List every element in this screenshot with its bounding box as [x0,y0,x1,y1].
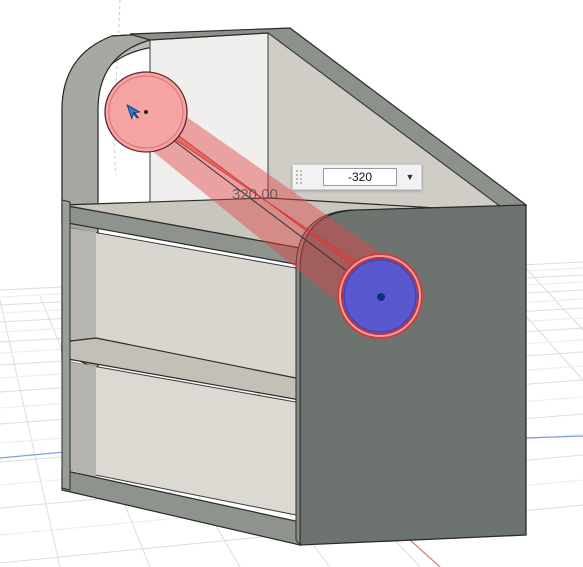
dimension-label: 320.00 [232,186,278,203]
middle-cavity-shade [70,228,96,345]
distance-input[interactable] [323,168,397,186]
3d-viewport[interactable]: 320.00 [0,0,583,567]
distance-input-popup: ▼ [292,164,422,190]
front-left-strip [61,199,71,491]
y-axis-line [409,539,441,567]
point-icon[interactable] [377,293,385,301]
lower-cavity-shade [70,362,96,478]
chevron-down-icon[interactable]: ▼ [401,168,419,186]
start-center-point [144,110,148,114]
drag-grip-icon[interactable] [295,169,303,185]
